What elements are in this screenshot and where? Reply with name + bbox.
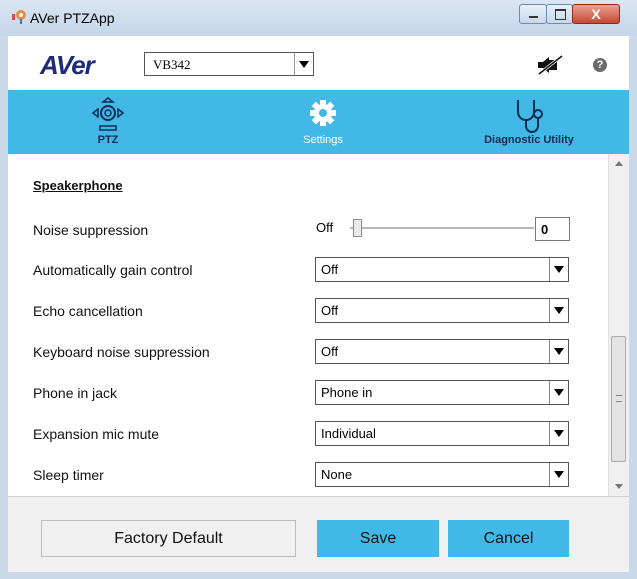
- nav-bar: PTZ Settings Diagnostic Utility: [8, 90, 629, 154]
- save-button[interactable]: Save: [317, 520, 439, 557]
- phone-in-jack-select-value: Phone in: [321, 385, 373, 400]
- agc-select[interactable]: Off: [315, 257, 569, 282]
- device-select-value: VB342: [153, 57, 191, 72]
- tab-settings[interactable]: Settings: [288, 90, 358, 154]
- app-content: AVer VB342 ? PTZ Settings Diagnostic Uti…: [8, 36, 629, 572]
- noise-suppression-min-label: Off: [316, 220, 334, 235]
- sleep-timer-label: Sleep timer: [33, 467, 104, 483]
- tab-settings-label: Settings: [303, 134, 343, 146]
- noise-suppression-slider-track[interactable]: [350, 227, 534, 230]
- expansion-mic-mute-select-value: Individual: [321, 426, 376, 441]
- noise-suppression-value: 0: [541, 222, 549, 237]
- expansion-mic-mute-label: Expansion mic mute: [33, 426, 160, 442]
- echo-cancellation-select[interactable]: Off: [315, 298, 569, 323]
- echo-cancellation-label: Echo cancellation: [33, 303, 143, 319]
- title-bar[interactable]: AVer PTZApp X: [0, 0, 637, 36]
- noise-suppression-label: Noise suppression: [33, 222, 149, 238]
- keyboard-noise-suppression-select[interactable]: Off: [315, 339, 569, 364]
- section-title-speakerphone: Speakerphone: [33, 178, 123, 193]
- factory-default-button[interactable]: Factory Default: [41, 520, 296, 557]
- close-button[interactable]: X: [572, 4, 620, 24]
- noise-suppression-slider-thumb[interactable]: [353, 219, 362, 237]
- stethoscope-icon: [517, 100, 543, 133]
- gear-icon: [310, 100, 336, 126]
- maximize-button[interactable]: [546, 4, 573, 24]
- settings-panel: Speakerphone Noise suppression Off 0 Aut…: [8, 154, 608, 496]
- tab-diagnostic-utility[interactable]: Diagnostic Utility: [474, 90, 584, 154]
- minimize-button[interactable]: [519, 4, 547, 24]
- echo-cancellation-select-value: Off: [321, 303, 339, 318]
- app-icon: [12, 10, 26, 24]
- aver-logo: AVer: [40, 50, 95, 80]
- tab-ptz-label: PTZ: [97, 134, 119, 146]
- cancel-button[interactable]: Cancel: [448, 520, 569, 557]
- scroll-up-icon[interactable]: [609, 154, 629, 172]
- help-icon[interactable]: ?: [593, 58, 607, 72]
- sleep-timer-select[interactable]: None: [315, 462, 569, 487]
- agc-select-value: Off: [321, 262, 339, 277]
- scrollbar-thumb[interactable]: [611, 336, 626, 462]
- keyboard-noise-suppression-select-value: Off: [321, 344, 339, 359]
- device-select[interactable]: VB342: [144, 52, 314, 76]
- chevron-down-icon[interactable]: [549, 340, 568, 363]
- noise-suppression-value-input[interactable]: 0: [535, 217, 570, 241]
- agc-label: Automatically gain control: [33, 262, 193, 278]
- chevron-down-icon[interactable]: [549, 422, 568, 445]
- chevron-down-icon[interactable]: [549, 258, 568, 281]
- vertical-scrollbar[interactable]: [608, 154, 629, 496]
- chevron-down-icon[interactable]: [549, 299, 568, 322]
- close-icon: X: [591, 6, 601, 22]
- chevron-down-icon[interactable]: [549, 381, 568, 404]
- window-title: AVer PTZApp: [30, 10, 115, 26]
- mic-muted-icon[interactable]: [535, 55, 565, 75]
- phone-in-jack-label: Phone in jack: [33, 385, 118, 401]
- footer-bar: Factory Default Save Cancel: [8, 496, 629, 572]
- tab-ptz[interactable]: PTZ: [83, 90, 133, 154]
- sleep-timer-select-value: None: [321, 467, 353, 482]
- expansion-mic-mute-select[interactable]: Individual: [315, 421, 569, 446]
- app-window: AVer PTZApp X AVer VB342 ? PTZ Settings …: [0, 0, 637, 579]
- keyboard-noise-suppression-label: Keyboard noise suppression: [33, 344, 210, 360]
- header-bar: AVer VB342 ?: [8, 36, 629, 90]
- ptz-icon: [91, 97, 125, 131]
- phone-in-jack-select[interactable]: Phone in: [315, 380, 569, 405]
- scroll-down-icon[interactable]: [609, 478, 629, 496]
- chevron-down-icon[interactable]: [549, 463, 568, 486]
- tab-diagnostic-utility-label: Diagnostic Utility: [484, 134, 574, 146]
- chevron-down-icon[interactable]: [294, 53, 313, 75]
